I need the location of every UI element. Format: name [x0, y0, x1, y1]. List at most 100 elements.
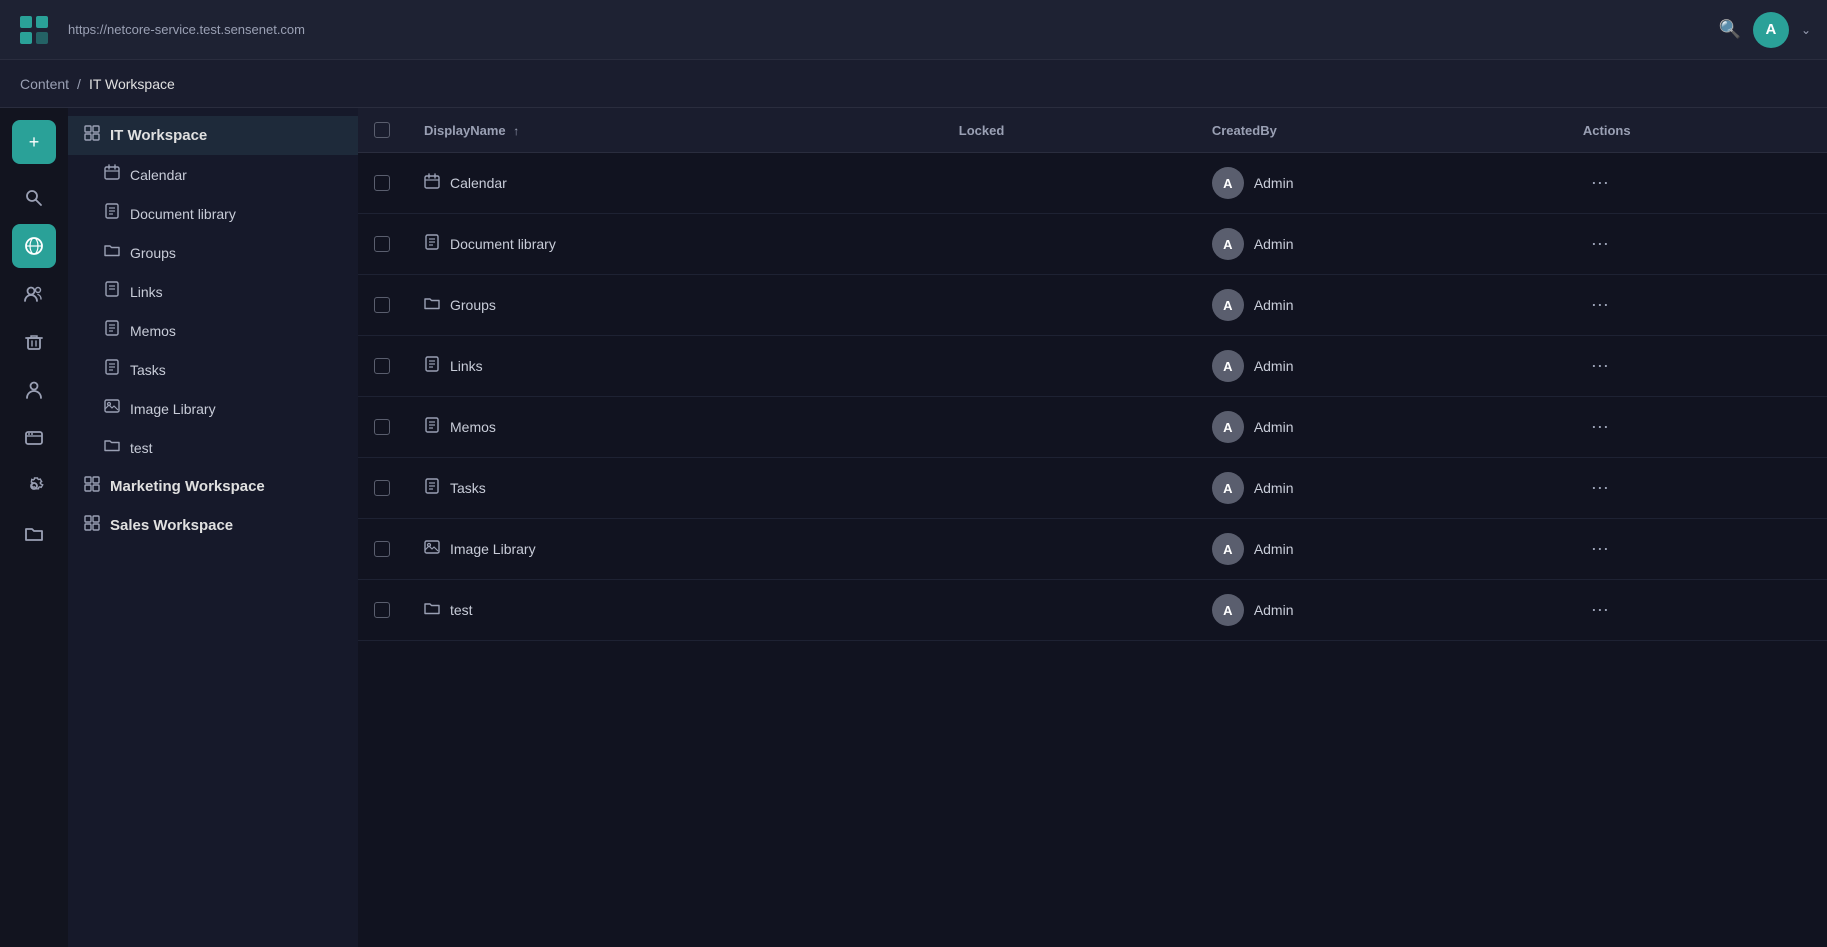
row-checkbox[interactable]	[374, 602, 390, 618]
sidebar-item-memos[interactable]: Memos	[68, 311, 358, 350]
web-nav-icon[interactable]	[12, 416, 56, 460]
row-actions-button[interactable]: ⋯	[1583, 413, 1617, 441]
row-checkbox[interactable]	[374, 175, 390, 191]
row-name-cell: Links	[408, 336, 943, 397]
calendar-icon	[104, 164, 120, 185]
table-row[interactable]: test A Admin ⋯	[358, 580, 1827, 641]
row-created-by-name: Admin	[1254, 175, 1294, 191]
row-actions-cell: ⋯	[1567, 580, 1827, 641]
app-logo[interactable]	[16, 12, 52, 48]
sidebar-label-calendar: Calendar	[130, 167, 187, 183]
icon-sidebar: +	[0, 108, 68, 947]
table-row[interactable]: Document library A Admin ⋯	[358, 214, 1827, 275]
table-row[interactable]: Groups A Admin ⋯	[358, 275, 1827, 336]
table-row[interactable]: Image Library A Admin ⋯	[358, 519, 1827, 580]
sidebar-item-test[interactable]: test	[68, 428, 358, 467]
created-by-header[interactable]: CreatedBy	[1196, 108, 1567, 153]
row-name-cell: test	[408, 580, 943, 641]
row-actions-button[interactable]: ⋯	[1583, 352, 1617, 380]
sidebar-item-tasks[interactable]: Tasks	[68, 350, 358, 389]
row-checkbox[interactable]	[374, 236, 390, 252]
row-type-icon	[424, 600, 440, 621]
row-avatar: A	[1212, 533, 1244, 565]
row-display-name: Links	[450, 358, 483, 374]
select-all-checkbox[interactable]	[374, 122, 390, 138]
sidebar-item-calendar[interactable]: Calendar	[68, 155, 358, 194]
row-created-by-cell: A Admin	[1196, 214, 1567, 275]
sidebar-label-image-library: Image Library	[130, 401, 216, 417]
locked-header[interactable]: Locked	[943, 108, 1196, 153]
row-created-by-cell: A Admin	[1196, 275, 1567, 336]
sidebar-item-document-library[interactable]: Document library	[68, 194, 358, 233]
url-bar: https://netcore-service.test.sensenet.co…	[68, 22, 1719, 37]
row-checkbox[interactable]	[374, 541, 390, 557]
row-checkbox[interactable]	[374, 358, 390, 374]
row-name-cell: Calendar	[408, 153, 943, 214]
row-type-icon	[424, 173, 440, 194]
marketing-grid-icon	[84, 476, 100, 497]
row-checkbox[interactable]	[374, 297, 390, 313]
row-actions-cell: ⋯	[1567, 336, 1827, 397]
sidebar-item-marketing-workspace[interactable]: Marketing Workspace	[68, 467, 358, 506]
sidebar-item-sales-workspace[interactable]: Sales Workspace	[68, 506, 358, 545]
row-display-name: Calendar	[450, 175, 507, 191]
row-actions-button[interactable]: ⋯	[1583, 291, 1617, 319]
row-checkbox-cell	[358, 153, 408, 214]
table-row[interactable]: Links A Admin ⋯	[358, 336, 1827, 397]
sidebar-item-it-workspace[interactable]: IT Workspace	[68, 116, 358, 155]
display-name-header[interactable]: DisplayName ↑	[408, 108, 943, 153]
sidebar-label-links: Links	[130, 284, 163, 300]
row-actions-cell: ⋯	[1567, 519, 1827, 580]
row-created-by-name: Admin	[1254, 297, 1294, 313]
row-actions-cell: ⋯	[1567, 153, 1827, 214]
sidebar-label-test: test	[130, 440, 153, 456]
chevron-down-icon[interactable]: ⌄	[1801, 23, 1811, 37]
sidebar-label-groups: Groups	[130, 245, 176, 261]
avatar[interactable]: A	[1753, 12, 1789, 48]
content-area: DisplayName ↑ Locked CreatedBy Actions C…	[358, 108, 1827, 947]
row-actions-button[interactable]: ⋯	[1583, 535, 1617, 563]
breadcrumb-root[interactable]: Content	[20, 76, 69, 92]
row-avatar: A	[1212, 350, 1244, 382]
breadcrumb-current: IT Workspace	[89, 76, 175, 92]
doc-icon	[104, 203, 120, 224]
test-folder-icon	[104, 437, 120, 458]
row-type-icon	[424, 295, 440, 316]
row-locked-cell	[943, 275, 1196, 336]
row-checkbox[interactable]	[374, 480, 390, 496]
add-button[interactable]: +	[12, 120, 56, 164]
search-nav-icon[interactable]	[12, 176, 56, 220]
row-name-cell: Memos	[408, 397, 943, 458]
row-actions-button[interactable]: ⋯	[1583, 596, 1617, 624]
row-display-name: Document library	[450, 236, 556, 252]
search-icon[interactable]: 🔍	[1719, 19, 1741, 40]
row-name-cell: Groups	[408, 275, 943, 336]
sidebar-item-links[interactable]: Links	[68, 272, 358, 311]
row-created-by-name: Admin	[1254, 419, 1294, 435]
row-locked-cell	[943, 519, 1196, 580]
tools-nav-icon[interactable]	[12, 464, 56, 508]
row-actions-button[interactable]: ⋯	[1583, 230, 1617, 258]
trash-nav-icon[interactable]	[12, 320, 56, 364]
row-type-icon	[424, 539, 440, 560]
display-name-label: DisplayName	[424, 123, 506, 138]
topbar-actions: 🔍 A ⌄	[1719, 12, 1811, 48]
row-actions-button[interactable]: ⋯	[1583, 474, 1617, 502]
row-actions-button[interactable]: ⋯	[1583, 169, 1617, 197]
table-row[interactable]: Memos A Admin ⋯	[358, 397, 1827, 458]
row-actions-cell: ⋯	[1567, 214, 1827, 275]
sidebar-item-groups[interactable]: Groups	[68, 233, 358, 272]
globe-nav-icon[interactable]	[12, 224, 56, 268]
row-name-cell: Tasks	[408, 458, 943, 519]
folder-nav-icon[interactable]	[12, 512, 56, 556]
row-locked-cell	[943, 214, 1196, 275]
row-checkbox[interactable]	[374, 419, 390, 435]
memos-icon	[104, 320, 120, 341]
groups-nav-icon[interactable]	[12, 368, 56, 412]
row-avatar: A	[1212, 228, 1244, 260]
sidebar-item-image-library[interactable]: Image Library	[68, 389, 358, 428]
users-nav-icon[interactable]	[12, 272, 56, 316]
table-row[interactable]: Tasks A Admin ⋯	[358, 458, 1827, 519]
table-row[interactable]: Calendar A Admin ⋯	[358, 153, 1827, 214]
main-layout: + IT Workspace	[0, 108, 1827, 947]
